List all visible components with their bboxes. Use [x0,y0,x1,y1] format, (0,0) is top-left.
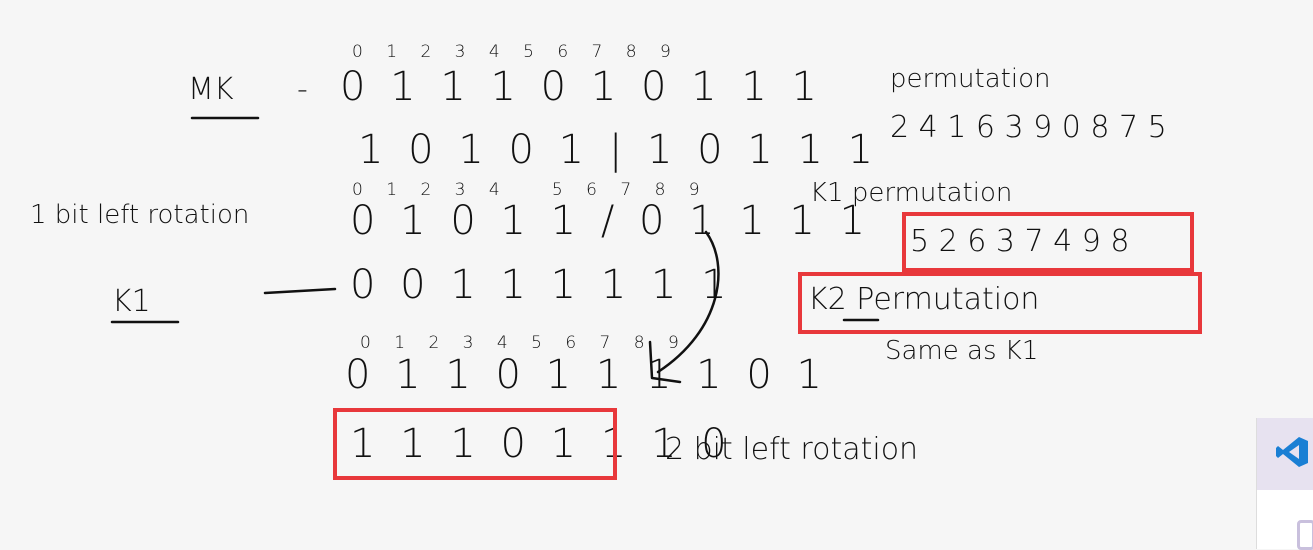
permuted-bits: 1 0 1 0 1 | 1 0 1 1 1 [358,127,880,173]
mk-label: MK [188,72,234,107]
rotated2-bits: 0 1 1 0 1 1 1 1 0 1 [345,352,828,398]
k2-permutation-highlight [798,272,1202,334]
k1-permutation-highlight [902,212,1194,272]
k1-label: K1 [112,284,151,319]
k1-permutation-title: K1 permutation [810,178,1013,208]
vscode-icon[interactable] [1275,435,1309,473]
taskbar-secondary-icon[interactable] [1257,490,1313,550]
permutation-values: 2 4 1 6 3 9 0 8 7 5 [890,110,1167,145]
rotation-label: 1 bit left rotation [30,200,250,230]
permutation-title: permutation [890,64,1051,94]
mk-dash: - [297,72,308,107]
k2-note: Same as K1 [885,336,1039,366]
k2-bits-highlight [333,408,617,480]
rotated2-indices: 0 1 2 3 4 5 6 7 8 9 [360,333,688,353]
mk-bits: 0 1 1 1 0 1 0 1 1 1 [340,64,823,110]
rotated-indices: 0 1 2 3 4 5 6 7 8 9 [352,180,709,200]
mk-indices: 0 1 2 3 4 5 6 7 8 9 [352,42,680,62]
taskbar-panel [1256,418,1313,550]
rotated-bits: 0 1 0 1 1 / 0 1 1 1 1 [350,198,872,244]
k1-bits: 0 0 1 1 1 1 1 1 [350,262,733,308]
k2-rotation-label: 2 bit left rotation [665,432,919,467]
